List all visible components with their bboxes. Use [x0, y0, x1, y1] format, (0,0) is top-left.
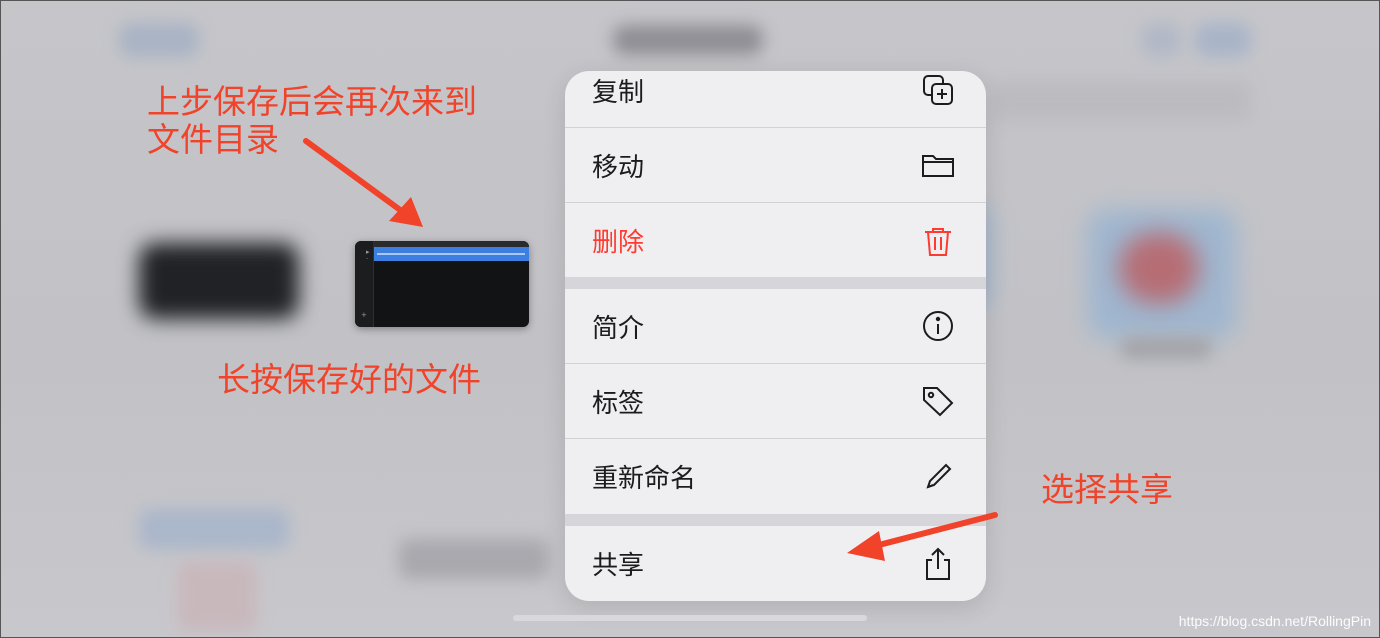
- arrow-to-share: [847, 512, 998, 561]
- annotation-line: 上步保存后会再次来到: [147, 82, 477, 121]
- watermark: https://blog.csdn.net/RollingPin: [1178, 613, 1371, 629]
- screen: ▸ · + 复制 移动 删除 简介 标签 重新命名 共享 上步保存后会再次来到 …: [0, 0, 1380, 638]
- annotation-long-press: 长按保存好的文件: [217, 360, 481, 399]
- annotation-choose-share: 选择共享: [1041, 470, 1173, 509]
- annotation-line: 文件目录: [147, 120, 279, 159]
- annotation-return-to-folder: 上步保存后会再次来到 文件目录: [147, 83, 477, 159]
